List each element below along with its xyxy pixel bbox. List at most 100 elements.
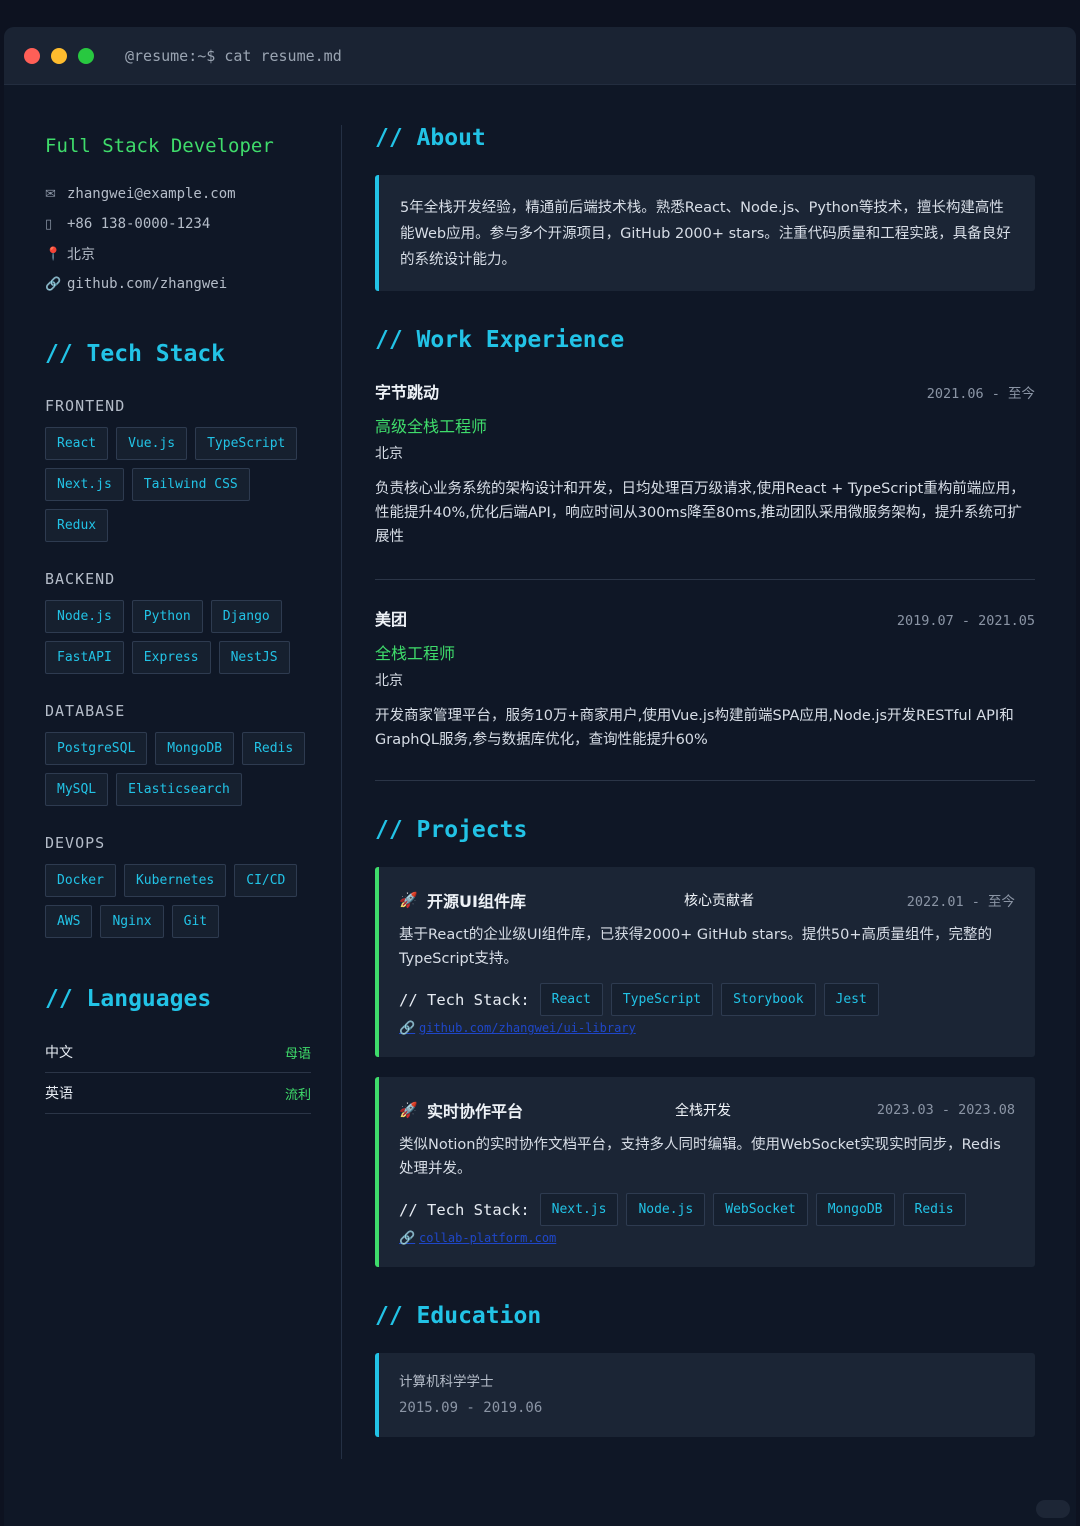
tag-postgresql[interactable]: PostgreSQL (45, 732, 148, 765)
job-location: 北京 (375, 446, 403, 462)
tag-typescript[interactable]: TypeScript (610, 983, 714, 1016)
tag-typescript[interactable]: TypeScript (195, 427, 298, 460)
tag-docker[interactable]: Docker (45, 864, 116, 897)
tag-nextjs[interactable]: Next.js (45, 468, 124, 501)
contact-email[interactable]: ✉ zhangwei@example.com (45, 179, 311, 209)
tag-nodejs[interactable]: Node.js (626, 1193, 706, 1226)
sidebar: Full Stack Developer ✉ zhangwei@example.… (45, 125, 311, 1114)
tag-mongodb[interactable]: MongoDB (155, 732, 235, 765)
terminal-window: @resume:~$ cat resume.md Full Stack Deve… (4, 27, 1076, 1526)
job-entry: 美团 2019.07 - 2021.05 全栈工程师 北京 开发商家管理平台，服… (375, 606, 1035, 781)
database-tags: PostgreSQL MongoDB Redis MySQL Elasticse… (45, 732, 311, 806)
tag-nginx[interactable]: Nginx (100, 905, 164, 938)
tag-express[interactable]: Express (131, 641, 211, 674)
tag-react[interactable]: React (539, 983, 603, 1016)
tag-nextjs[interactable]: Next.js (539, 1193, 619, 1226)
link-icon: 🔗 (399, 1230, 416, 1246)
tag-python[interactable]: Python (131, 600, 203, 633)
projects-title: // Projects (375, 817, 528, 843)
project-name: 实时协作平台 (427, 1102, 524, 1121)
terminal-prompt: @resume:~$ cat resume.md (125, 46, 342, 65)
maximize-window-button[interactable] (78, 47, 94, 64)
project-link[interactable]: 🔗 collab-platform.com (399, 1229, 1015, 1247)
category-frontend: FRONTEND (45, 397, 126, 415)
tech-stack-label: // Tech Stack: (399, 990, 530, 1009)
location-text: 北京 (67, 247, 95, 263)
project-role: 全栈开发 (675, 1103, 731, 1119)
contact-list: ✉ zhangwei@example.com ▯ +86 138-0000-12… (45, 179, 311, 299)
close-window-button[interactable] (24, 47, 40, 64)
tag-nestjs[interactable]: NestJS (218, 641, 290, 674)
education-title: // Education (375, 1303, 542, 1329)
github-text: github.com/zhangwei (67, 276, 228, 292)
project-link-text[interactable]: github.com/zhangwei/ui-library (419, 1021, 636, 1035)
education-period: 2015.09 - 2019.06 (399, 1400, 543, 1416)
main-content: // About 5年全栈开发经验，精通前后端技术栈。熟悉React、Node.… (375, 125, 1035, 1437)
job-title: 高级全栈工程师 (375, 417, 488, 436)
job-title: 全栈工程师 (375, 644, 456, 663)
tag-git[interactable]: Git (171, 905, 220, 938)
tag-kubernetes[interactable]: Kubernetes (123, 864, 227, 897)
language-row: 英语 流利 (45, 1073, 311, 1114)
backend-tags: Node.js Python Django FastAPI Express Ne… (45, 600, 311, 674)
project-tech-stack: // Tech Stack: Next.js Node.js WebSocket… (399, 1193, 1015, 1226)
about-card: 5年全栈开发经验，精通前后端技术栈。熟悉React、Node.js、Python… (375, 175, 1035, 291)
degree-name: 计算机科学学士 (399, 1374, 494, 1390)
link-icon: 🔗 (399, 1020, 416, 1036)
category-database: DATABASE (45, 702, 126, 720)
languages-list: 中文 母语 英语 流利 (45, 1032, 311, 1114)
tag-vuejs[interactable]: Vue.js (116, 427, 188, 460)
language-level: 流利 (284, 1087, 311, 1103)
project-link[interactable]: 🔗 github.com/zhangwei/ui-library (399, 1019, 1015, 1037)
language-row: 中文 母语 (45, 1032, 311, 1073)
tech-stack-section: // Tech Stack FRONTEND React Vue.js Type… (45, 341, 311, 938)
email-icon: ✉ (45, 186, 56, 202)
tag-cicd[interactable]: CI/CD (234, 864, 298, 897)
tech-stack-label: // Tech Stack: (399, 1200, 530, 1219)
tag-mysql[interactable]: MySQL (45, 773, 109, 806)
project-description: 类似Notion的实时协作文档平台，支持多人同时编辑。使用WebSocket实现… (399, 1137, 1001, 1177)
tag-react[interactable]: React (45, 427, 109, 460)
tag-redis[interactable]: Redis (902, 1193, 966, 1226)
tag-fastapi[interactable]: FastAPI (45, 641, 124, 674)
category-devops: DEVOPS (45, 834, 106, 852)
column-divider (341, 125, 342, 1459)
project-link-text[interactable]: collab-platform.com (419, 1231, 556, 1245)
tag-aws[interactable]: AWS (45, 905, 93, 938)
role-title: Full Stack Developer (45, 135, 274, 157)
location-pin-icon: 📍 (45, 246, 62, 262)
tag-redux[interactable]: Redux (45, 509, 109, 542)
phone-text: +86 138-0000-1234 (67, 216, 211, 232)
project-role: 核心贡献者 (684, 893, 754, 909)
tag-websocket[interactable]: WebSocket (713, 1193, 808, 1226)
tag-tailwind[interactable]: Tailwind CSS (131, 468, 250, 501)
tag-django[interactable]: Django (210, 600, 282, 633)
tag-redis[interactable]: Redis (242, 732, 306, 765)
project-card: 🚀 实时协作平台 全栈开发 2023.03 - 2023.08 类似Notion… (375, 1077, 1035, 1267)
education-card: 计算机科学学士 2015.09 - 2019.06 (375, 1353, 1035, 1437)
language-name: 英语 (45, 1086, 73, 1102)
tag-elasticsearch[interactable]: Elasticsearch (116, 773, 242, 806)
language-level: 母语 (284, 1046, 311, 1062)
minimize-window-button[interactable] (51, 47, 67, 64)
tag-mongodb[interactable]: MongoDB (815, 1193, 895, 1226)
job-description: 开发商家管理平台，服务10万+商家用户,使用Vue.js构建前端SPA应用,No… (375, 708, 1014, 748)
job-location: 北京 (375, 673, 403, 689)
category-backend: BACKEND (45, 570, 116, 588)
tech-stack-title: // Tech Stack (45, 341, 226, 367)
project-period: 2022.01 - 至今 (906, 894, 1015, 910)
devops-tags: Docker Kubernetes CI/CD AWS Nginx Git (45, 864, 311, 938)
phone-icon: ▯ (45, 216, 53, 232)
job-entry: 字节跳动 2021.06 - 至今 高级全栈工程师 北京 负责核心业务系统的架构… (375, 379, 1035, 580)
company-name: 字节跳动 (375, 383, 440, 402)
tag-nodejs[interactable]: Node.js (45, 600, 124, 633)
project-name: 开源UI组件库 (427, 892, 526, 911)
contact-github[interactable]: 🔗 github.com/zhangwei (45, 269, 311, 299)
tag-jest[interactable]: Jest (823, 983, 879, 1016)
languages-section: // Languages 中文 母语 英语 流利 (45, 986, 311, 1114)
language-name: 中文 (45, 1045, 73, 1061)
project-period: 2023.03 - 2023.08 (876, 1102, 1015, 1118)
tag-storybook[interactable]: Storybook (721, 983, 816, 1016)
title-bar: @resume:~$ cat resume.md (4, 27, 1076, 85)
contact-phone[interactable]: ▯ +86 138-0000-1234 (45, 209, 311, 239)
